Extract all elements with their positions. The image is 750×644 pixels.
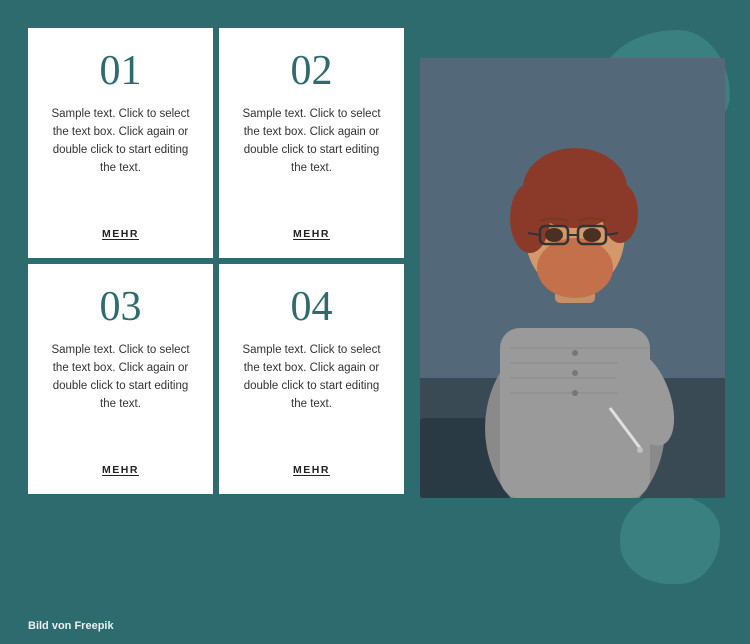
card-2-number: 02 [291,48,333,94]
card-2-link[interactable]: MEHR [293,228,330,240]
card-3-number: 03 [100,284,142,330]
card-1-text[interactable]: Sample text. Click to select the text bo… [50,106,191,216]
card-1-link[interactable]: MEHR [102,228,139,240]
card-3: 03 Sample text. Click to select the text… [28,264,213,494]
footer-prefix: Bild von [28,620,74,632]
card-4-text[interactable]: Sample text. Click to select the text bo… [241,342,382,452]
cards-grid: 01 Sample text. Click to select the text… [28,28,404,608]
card-2: 02 Sample text. Click to select the text… [219,28,404,258]
card-4-number: 04 [291,284,333,330]
main-content: 01 Sample text. Click to select the text… [28,28,718,608]
card-4: 04 Sample text. Click to select the text… [219,264,404,494]
right-section [410,28,718,608]
card-2-text[interactable]: Sample text. Click to select the text bo… [241,106,382,216]
card-3-link[interactable]: MEHR [102,464,139,476]
card-1: 01 Sample text. Click to select the text… [28,28,213,258]
card-3-text[interactable]: Sample text. Click to select the text bo… [50,342,191,452]
card-4-link[interactable]: MEHR [293,464,330,476]
footer-credit: Bild von Freepik [28,620,114,632]
footer-brand[interactable]: Freepik [74,620,113,632]
photo-container [420,58,725,498]
card-1-number: 01 [100,48,142,94]
